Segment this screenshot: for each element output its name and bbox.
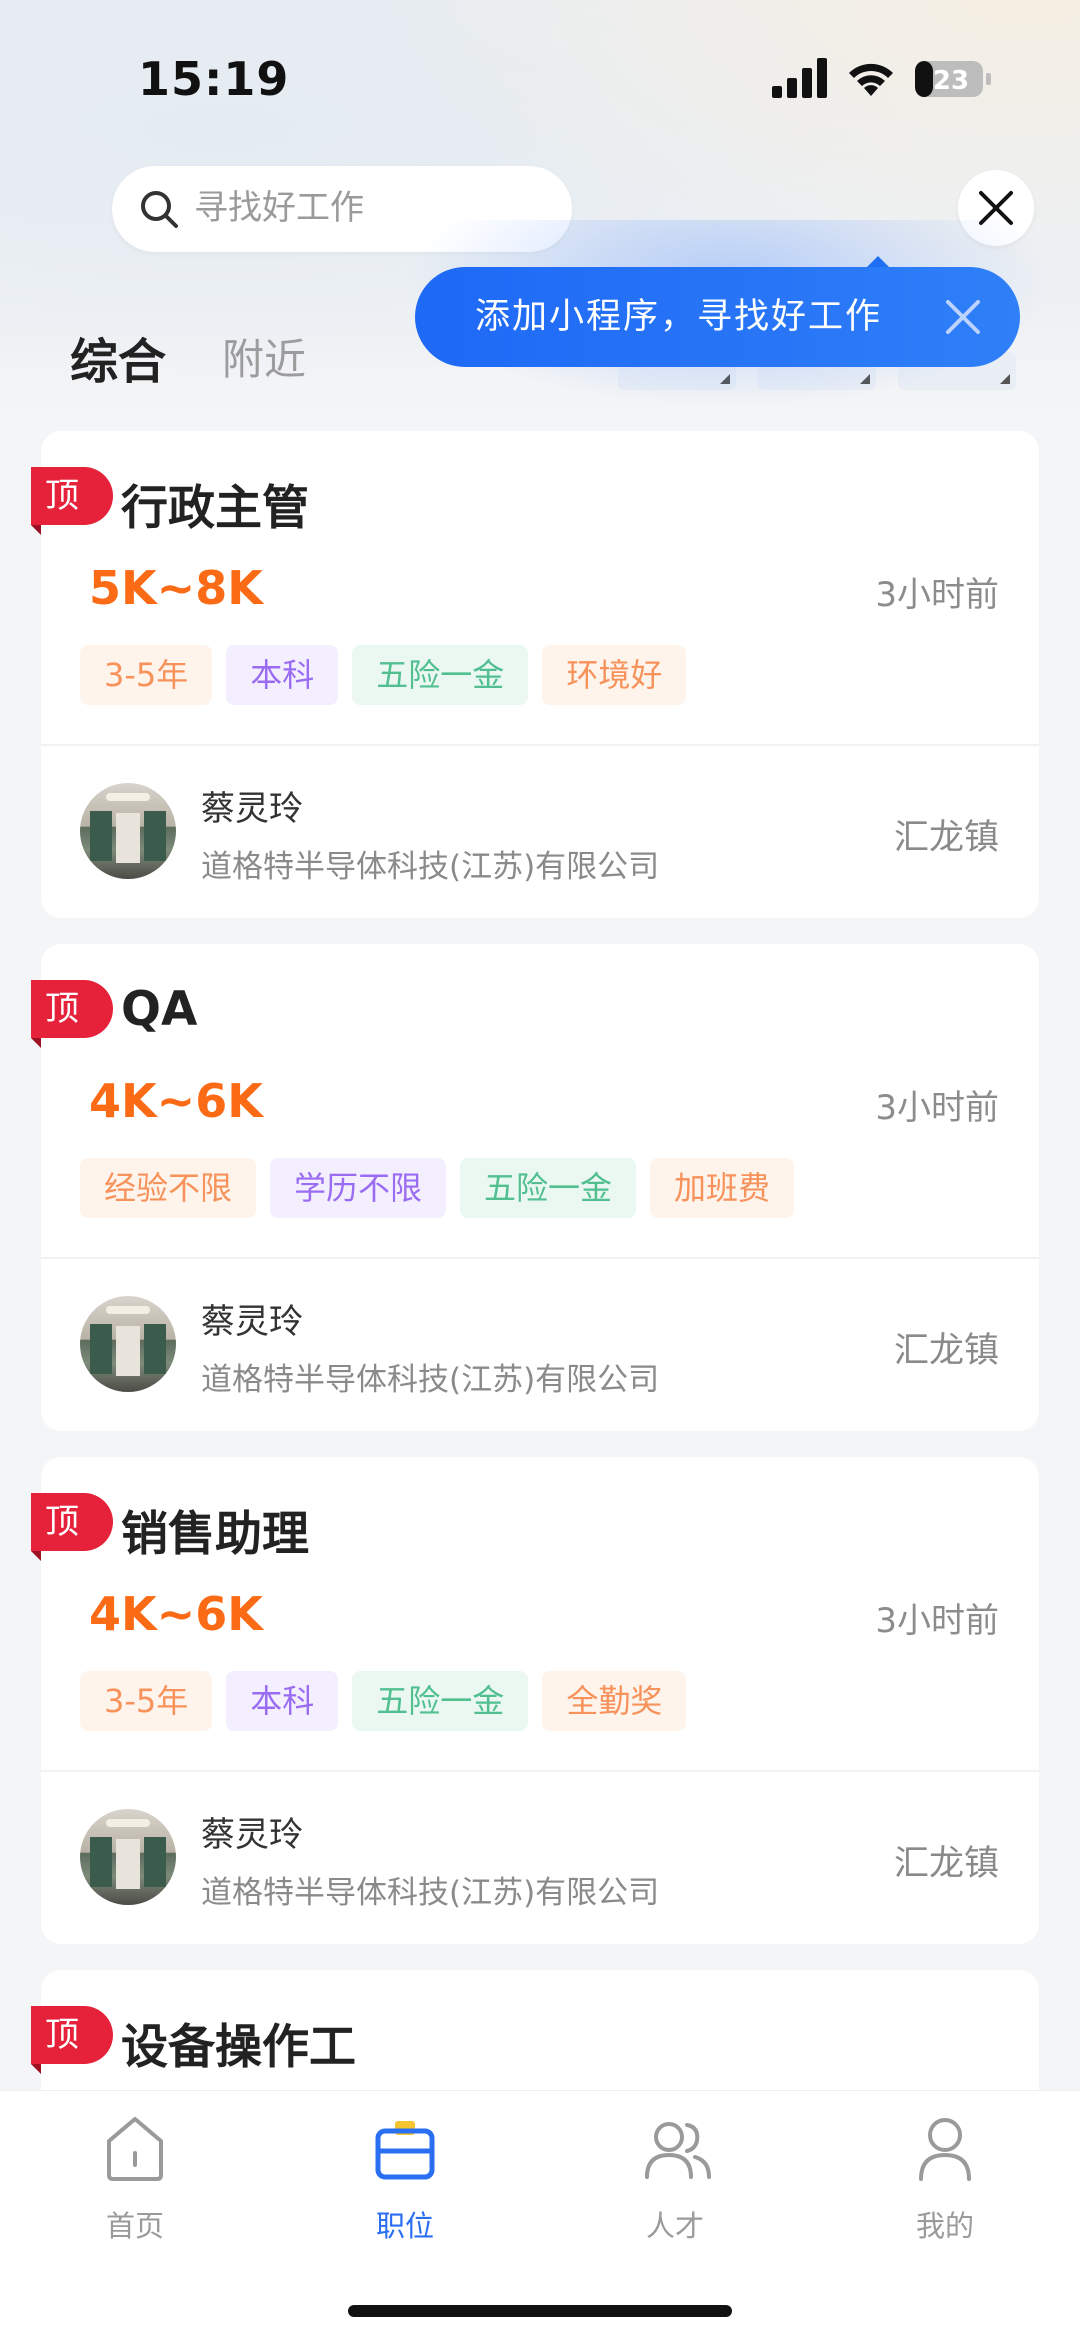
job-title: 设备操作工	[121, 2020, 356, 2075]
company-name: 道格特半导体科技(江苏)有限公司	[201, 849, 660, 885]
tooltip-close-icon[interactable]	[943, 297, 983, 337]
search-placeholder: 寻找好工作	[194, 188, 364, 228]
job-location: 汇龙镇	[893, 1331, 999, 1371]
job-tags: 经验不限 学历不限 五险一金 加班费	[80, 1158, 795, 1218]
job-title: QA	[121, 982, 198, 1037]
tag-education: 本科	[226, 645, 339, 705]
posted-time: 3小时前	[875, 575, 999, 615]
tag-experience: 经验不限	[80, 1158, 257, 1218]
job-card[interactable]: 顶 销售助理 4K~6K 3小时前 3-5年 本科 五险一金 全勤奖 蔡灵玲 道…	[31, 1457, 1039, 1944]
tag-perk: 环境好	[542, 645, 687, 705]
tag-perk: 全勤奖	[542, 1671, 687, 1731]
tag-experience: 3-5年	[80, 1671, 213, 1731]
tag-perk: 加班费	[650, 1158, 795, 1218]
company-name: 道格特半导体科技(江苏)有限公司	[201, 1362, 660, 1398]
nav-label: 人才	[645, 2209, 704, 2243]
nav-mine[interactable]: 我的	[855, 2113, 1035, 2253]
tag-education: 学历不限	[270, 1158, 447, 1218]
company-avatar	[80, 783, 176, 879]
nav-label: 我的	[915, 2209, 974, 2243]
recruiter-name: 蔡灵玲	[201, 789, 303, 829]
tag-experience: 3-5年	[80, 645, 213, 705]
nav-label: 职位	[375, 2209, 434, 2243]
job-location: 汇龙镇	[893, 1844, 999, 1884]
cellular-signal-icon	[772, 58, 827, 98]
pinned-badge: 顶	[31, 2006, 113, 2074]
pinned-badge: 顶	[31, 467, 113, 535]
posted-time: 3小时前	[875, 1088, 999, 1128]
job-title: 销售助理	[121, 1507, 309, 1562]
home-icon	[107, 2117, 163, 2181]
job-tags: 3-5年 本科 五险一金 环境好	[80, 645, 687, 705]
search-icon	[141, 191, 178, 228]
nav-jobs[interactable]: 职位	[315, 2113, 495, 2253]
salary: 4K~6K	[89, 1587, 263, 1641]
nav-home[interactable]: 首页	[45, 2113, 225, 2253]
job-list-screen: 15:19 23 寻找好工作 综合 附近 添加小程序，寻找好工作 顶 行政主管 …	[0, 0, 1080, 2341]
company-avatar	[80, 1296, 176, 1392]
card-divider	[41, 1770, 1039, 1772]
wifi-icon	[849, 63, 893, 96]
salary: 5K~8K	[89, 561, 263, 615]
recruiter-name: 蔡灵玲	[201, 1815, 303, 1855]
battery-level: 23	[933, 66, 969, 96]
status-icons: 23	[772, 58, 1002, 102]
tag-benefit: 五险一金	[352, 645, 529, 705]
home-indicator[interactable]	[348, 2305, 732, 2317]
briefcase-icon	[375, 2121, 435, 2180]
posted-time: 3小时前	[875, 1601, 999, 1641]
job-card[interactable]: 顶 行政主管 5K~8K 3小时前 3-5年 本科 五险一金 环境好 蔡灵玲 道…	[31, 431, 1039, 918]
nav-talent[interactable]: 人才	[585, 2113, 765, 2253]
job-tags: 3-5年 本科 五险一金 全勤奖	[80, 1671, 687, 1731]
card-divider	[41, 1257, 1039, 1259]
tab-nearby[interactable]: 附近	[222, 326, 306, 387]
job-card[interactable]: 顶 QA 4K~6K 3小时前 经验不限 学历不限 五险一金 加班费 蔡灵玲 道…	[31, 944, 1039, 1431]
person-icon	[919, 2118, 971, 2181]
company-avatar	[80, 1809, 176, 1905]
job-location: 汇龙镇	[893, 818, 999, 858]
tag-education: 本科	[226, 1671, 339, 1731]
salary: 4K~6K	[89, 1074, 263, 1128]
tag-benefit: 五险一金	[352, 1671, 529, 1731]
battery-icon: 23	[915, 61, 991, 97]
job-title: 行政主管	[121, 481, 309, 536]
pinned-badge: 顶	[31, 980, 113, 1048]
bottom-navigation: 首页 职位 人才 我的	[0, 2090, 1080, 2341]
tag-benefit: 五险一金	[460, 1158, 637, 1218]
status-time: 15:19	[138, 52, 290, 106]
people-icon	[645, 2122, 711, 2179]
add-mini-program-tooltip[interactable]: 添加小程序，寻找好工作	[415, 267, 1020, 367]
nav-label: 首页	[105, 2209, 164, 2243]
tab-comprehensive[interactable]: 综合	[70, 322, 166, 392]
pinned-badge: 顶	[31, 1493, 113, 1561]
card-divider	[41, 744, 1039, 746]
recruiter-name: 蔡灵玲	[201, 1302, 303, 1342]
company-name: 道格特半导体科技(江苏)有限公司	[201, 1875, 660, 1911]
tooltip-text: 添加小程序，寻找好工作	[475, 297, 883, 337]
